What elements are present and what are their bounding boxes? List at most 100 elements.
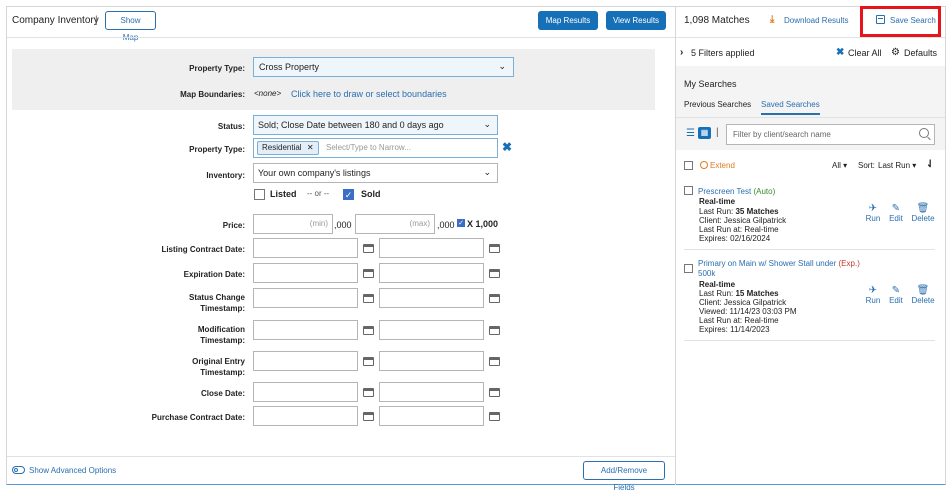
last-run-label: Last Run: (699, 289, 734, 298)
filters-applied[interactable]: 5 Filters applied (691, 48, 755, 58)
search-item-mode: Real-time (699, 280, 736, 289)
status-select[interactable]: Sold; Close Date between 180 and 0 days … (253, 115, 498, 135)
residential-tag[interactable]: Residential ✕ (257, 141, 319, 155)
date-from-input[interactable] (253, 288, 358, 308)
delete-button[interactable]: 🗑 Delete (909, 285, 937, 305)
sold-checkbox[interactable]: ✓ (343, 189, 354, 200)
my-searches-title: My Searches (684, 79, 737, 89)
search-item-name[interactable]: Prescreen Test (698, 187, 751, 196)
search-item-title[interactable]: Primary on Main w/ Shower Stall under (E… (698, 259, 863, 279)
search-item-client: Client: Jessica Gilpatrick (699, 216, 787, 225)
chevron-right-icon[interactable]: › (680, 47, 683, 58)
extend-button[interactable]: Extend (710, 161, 735, 170)
calendar-icon[interactable] (489, 357, 500, 366)
date-from-input[interactable] (253, 263, 358, 283)
select-all-checkbox[interactable] (684, 161, 693, 170)
last-run-value: 35 Matches (735, 207, 779, 216)
date-to-input[interactable] (379, 263, 484, 283)
inventory-select[interactable]: Your own company's listings ⌄ (253, 163, 498, 183)
tabs-divider (676, 117, 945, 118)
view-results-button[interactable]: View Results (606, 11, 666, 30)
date-field-label: Listing Contract Date: (161, 245, 245, 254)
property-type-narrow-input[interactable]: Residential ✕ Select/Type to Narrow... (253, 138, 498, 158)
defaults-button[interactable]: Defaults (904, 48, 937, 58)
date-to-input[interactable] (379, 351, 484, 371)
right-header-divider (676, 37, 945, 38)
property-type-value: Cross Property (259, 62, 320, 72)
calendar-icon[interactable] (363, 244, 374, 253)
delete-button[interactable]: 🗑 Delete (909, 203, 937, 223)
grid-view-icon[interactable]: ▦ (698, 127, 711, 139)
search-item-title[interactable]: Prescreen Test (Auto) (698, 187, 775, 196)
save-icon[interactable] (876, 15, 885, 24)
map-results-button[interactable]: Map Results (538, 11, 598, 30)
search-item-name[interactable]: Primary on Main w/ Shower Stall under (698, 259, 836, 268)
show-advanced-options[interactable]: Show Advanced Options (29, 466, 116, 475)
calendar-icon[interactable] (489, 388, 500, 397)
download-icon[interactable]: ⤓ (770, 14, 774, 25)
download-results-link[interactable]: Download Results (784, 16, 848, 25)
clear-all-icon[interactable]: ✖ (836, 47, 844, 58)
calendar-icon[interactable] (363, 412, 374, 421)
tab-saved-searches[interactable]: Saved Searches (761, 100, 820, 115)
add-remove-fields-button[interactable]: Add/Remove Fields (583, 461, 665, 492)
calendar-icon[interactable] (489, 294, 500, 303)
view-separator: | (716, 127, 719, 138)
all-filter-dropdown[interactable]: All ▾ (832, 161, 847, 170)
pencil-icon: ✎ (891, 203, 901, 214)
chevron-down-icon: ⌄ (498, 61, 506, 71)
clear-all-button[interactable]: Clear All (848, 48, 882, 58)
search-item-checkbox[interactable] (684, 264, 693, 273)
list-view-icon[interactable]: ☰ (686, 128, 695, 139)
search-item-checkbox[interactable] (684, 186, 693, 195)
close-icon[interactable]: ✕ (307, 143, 314, 152)
date-from-input[interactable] (253, 320, 358, 340)
date-from-input[interactable] (253, 351, 358, 371)
clear-icon[interactable]: ✖ (502, 140, 512, 154)
narrow-placeholder: Select/Type to Narrow... (326, 143, 411, 152)
sort-order-icon[interactable]: ⇃ (926, 159, 934, 170)
search-item-divider (684, 249, 935, 250)
calendar-icon[interactable] (489, 326, 500, 335)
calendar-icon[interactable] (363, 357, 374, 366)
save-search-button[interactable]: Save Search (890, 16, 936, 25)
date-field-label: Status Change Timestamp: (188, 293, 245, 313)
search-item-expires: Expires: 02/16/2024 (699, 234, 771, 243)
edit-button[interactable]: ✎ Edit (882, 285, 910, 305)
run-label: Run (865, 296, 881, 305)
toggle-icon[interactable] (12, 466, 25, 474)
clock-icon (700, 161, 708, 169)
price-max-input[interactable]: (max) (355, 214, 435, 234)
calendar-icon[interactable] (363, 294, 374, 303)
map-boundaries-link[interactable]: Click here to draw or select boundaries (291, 89, 447, 99)
calendar-icon[interactable] (363, 388, 374, 397)
date-to-input[interactable] (379, 406, 484, 426)
price-min-input[interactable]: (min) (253, 214, 333, 234)
listed-checkbox[interactable] (254, 189, 265, 200)
calendar-icon[interactable] (489, 412, 500, 421)
search-filter-input[interactable]: Filter by client/search name (726, 124, 935, 145)
search-item-last-run: Last Run: 35 Matches (699, 207, 779, 216)
x1000-checkbox[interactable]: ✓ (457, 219, 465, 227)
date-to-input[interactable] (379, 238, 484, 258)
search-item-name-cont[interactable]: 500k (698, 269, 715, 278)
date-to-input[interactable] (379, 382, 484, 402)
calendar-icon[interactable] (363, 269, 374, 278)
property-type-select[interactable]: Cross Property ⌄ (253, 57, 514, 77)
calendar-icon[interactable] (489, 269, 500, 278)
date-from-input[interactable] (253, 406, 358, 426)
calendar-icon[interactable] (363, 326, 374, 335)
date-from-input[interactable] (253, 382, 358, 402)
header-divider (7, 37, 675, 38)
gear-icon[interactable]: ⚙ (891, 47, 900, 58)
sort-dropdown[interactable]: Last Run ▾ (878, 161, 916, 170)
date-to-input[interactable] (379, 288, 484, 308)
edit-button[interactable]: ✎ Edit (882, 203, 910, 223)
calendar-icon[interactable] (489, 244, 500, 253)
run-label: Run (865, 214, 881, 223)
date-to-input[interactable] (379, 320, 484, 340)
show-map-button[interactable]: Show Map (105, 11, 156, 42)
date-from-input[interactable] (253, 238, 358, 258)
tab-previous-searches[interactable]: Previous Searches (684, 100, 751, 109)
search-item-expires: Expires: 11/14/2023 (699, 325, 770, 334)
